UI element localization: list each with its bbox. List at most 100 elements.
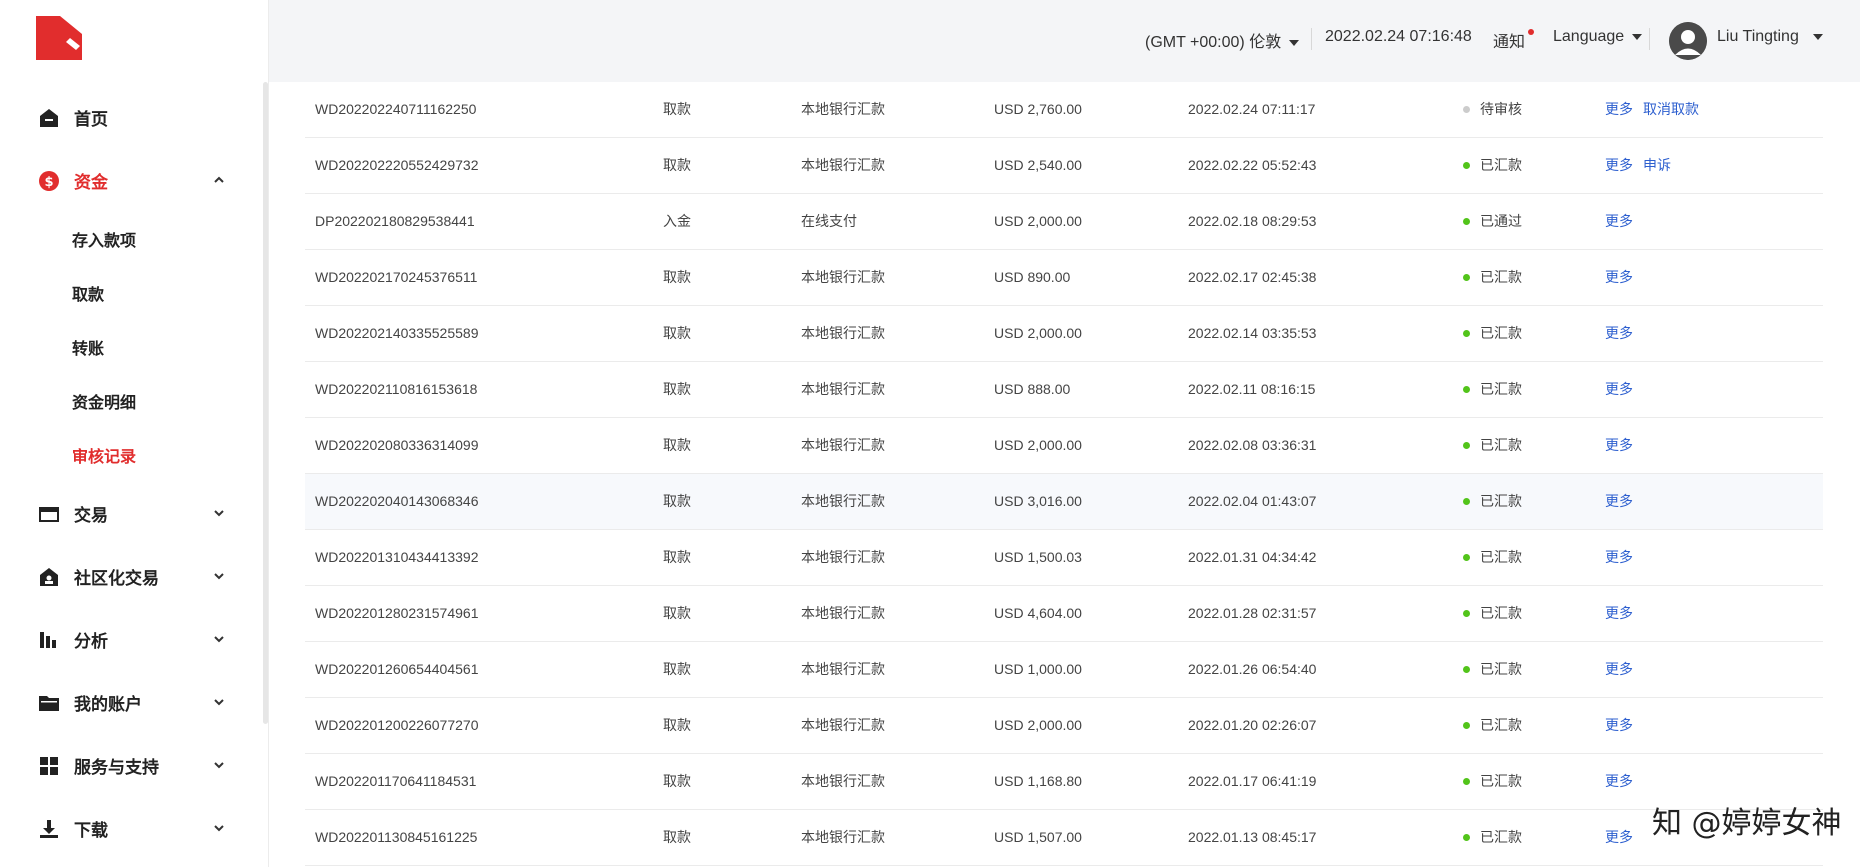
record-actions: 更多 xyxy=(1605,698,1643,753)
language-select[interactable]: Language xyxy=(1553,28,1643,46)
card-icon xyxy=(38,503,60,525)
status-label: 已汇款 xyxy=(1480,773,1522,789)
menu-item-trade[interactable]: 交易 xyxy=(0,482,260,545)
record-status: 已汇款 xyxy=(1463,474,1522,529)
chevron-down-icon[interactable] xyxy=(212,506,226,520)
record-actions: 更多 xyxy=(1605,194,1643,249)
caret-down-icon xyxy=(1812,33,1823,40)
more-link[interactable]: 更多 xyxy=(1605,138,1633,193)
svg-text:$: $ xyxy=(44,175,53,190)
record-time: 2022.01.26 06:54:40 xyxy=(1188,661,1317,677)
status-dot xyxy=(1463,274,1470,281)
record-amount: USD 1,500.03 xyxy=(994,549,1082,565)
record-actions: 更多 xyxy=(1605,474,1643,529)
funds-submenu: 存入款项 取款 转账 资金明细 审核记录 xyxy=(0,212,260,482)
table-row: WD202202140335525589 取款 本地银行汇款 USD 2,000.00… xyxy=(305,306,1823,362)
status-label: 已汇款 xyxy=(1480,661,1522,677)
top-header: (GMT +00:00) 伦敦 2022.02.24 07:16:48 通知 L… xyxy=(269,0,1860,82)
download-icon xyxy=(38,818,60,840)
table-row: WD202202240711162250 取款 本地银行汇款 USD 2,760.00… xyxy=(305,82,1823,138)
chevron-down-icon[interactable] xyxy=(212,758,226,772)
table-row: WD202202110816153618 取款 本地银行汇款 USD 888.00 20… xyxy=(305,362,1823,418)
appeal-link[interactable]: 申诉 xyxy=(1643,138,1671,193)
submenu-review-records[interactable]: 审核记录 xyxy=(0,428,260,482)
chevron-down-icon[interactable] xyxy=(212,569,226,583)
menu-item-download[interactable]: 下载 xyxy=(0,797,260,860)
chevron-down-icon[interactable] xyxy=(212,821,226,835)
timezone-select[interactable]: (GMT +00:00) 伦敦 xyxy=(1145,28,1300,52)
chevron-down-icon[interactable] xyxy=(212,632,226,646)
menu-item-my-account[interactable]: 我的账户 xyxy=(0,671,260,734)
record-type: 取款 xyxy=(663,549,691,565)
more-link[interactable]: 更多 xyxy=(1605,754,1633,809)
more-link[interactable]: 更多 xyxy=(1605,530,1633,585)
record-id: WD202201170641184531 xyxy=(315,773,477,789)
status-label: 已汇款 xyxy=(1480,437,1522,453)
status-dot xyxy=(1463,666,1470,673)
notification-label: 通知 xyxy=(1493,34,1526,51)
more-link[interactable]: 更多 xyxy=(1605,362,1633,417)
record-status: 已汇款 xyxy=(1463,586,1522,641)
status-dot xyxy=(1463,554,1470,561)
record-amount: USD 888.00 xyxy=(994,381,1071,397)
record-type: 取款 xyxy=(663,829,691,845)
record-actions: 更多 申诉 xyxy=(1605,138,1681,193)
more-link[interactable]: 更多 xyxy=(1605,698,1633,753)
record-method: 本地银行汇款 xyxy=(801,773,885,789)
menu-label: 分析 xyxy=(74,632,108,652)
more-link[interactable]: 更多 xyxy=(1605,306,1633,361)
chevron-down-icon[interactable] xyxy=(212,695,226,709)
record-actions: 更多 xyxy=(1605,642,1643,697)
record-id: WD202202220552429732 xyxy=(315,157,479,173)
record-actions: 更多 xyxy=(1605,530,1643,585)
user-menu[interactable]: Liu Tingting xyxy=(1717,28,1823,46)
record-actions: 更多 xyxy=(1605,250,1643,305)
record-type: 取款 xyxy=(663,661,691,677)
submenu-fund-details[interactable]: 资金明细 xyxy=(0,374,260,428)
notification-button[interactable]: 通知 xyxy=(1493,28,1525,52)
record-time: 2022.02.08 03:36:31 xyxy=(1188,437,1317,453)
menu-item-analysis[interactable]: 分析 xyxy=(0,608,260,671)
record-status: 已通过 xyxy=(1463,194,1522,249)
menu-item-social-trading[interactable]: 社区化交易 xyxy=(0,545,260,608)
more-link[interactable]: 更多 xyxy=(1605,474,1633,529)
more-link[interactable]: 更多 xyxy=(1605,194,1633,249)
more-link[interactable]: 更多 xyxy=(1605,642,1633,697)
record-actions: 更多 xyxy=(1605,754,1643,809)
record-status: 待审核 xyxy=(1463,82,1522,137)
record-actions: 更多 xyxy=(1605,418,1643,473)
brand-logo[interactable] xyxy=(36,16,82,60)
record-amount: USD 1,000.00 xyxy=(994,661,1082,677)
record-id: WD202202240711162250 xyxy=(315,101,477,117)
submenu-withdraw[interactable]: 取款 xyxy=(0,266,260,320)
status-dot xyxy=(1463,778,1470,785)
sidebar-scrollbar[interactable] xyxy=(263,82,268,724)
menu-label: 交易 xyxy=(74,506,108,526)
server-datetime: 2022.02.24 07:16:48 xyxy=(1325,28,1472,45)
status-label: 已汇款 xyxy=(1480,717,1522,733)
more-link[interactable]: 更多 xyxy=(1605,82,1633,137)
more-link[interactable]: 更多 xyxy=(1605,586,1633,641)
submenu-transfer[interactable]: 转账 xyxy=(0,320,260,374)
cancel-withdrawal-link[interactable]: 取消取款 xyxy=(1643,82,1699,137)
record-id: WD202201280231574961 xyxy=(315,605,479,621)
more-link[interactable]: 更多 xyxy=(1605,250,1633,305)
more-link[interactable]: 更多 xyxy=(1605,810,1633,865)
record-time: 2022.01.20 02:26:07 xyxy=(1188,717,1317,733)
submenu-deposit[interactable]: 存入款项 xyxy=(0,212,260,266)
table-row: WD202201280231574961 取款 本地银行汇款 USD 4,604.00… xyxy=(305,586,1823,642)
record-time: 2022.01.13 08:45:17 xyxy=(1188,829,1317,845)
chevron-up-icon[interactable] xyxy=(212,173,226,187)
more-link[interactable]: 更多 xyxy=(1605,418,1633,473)
menu-item-service-support[interactable]: 服务与支持 xyxy=(0,734,260,797)
menu-item-funds[interactable]: $ 资金 xyxy=(0,149,260,212)
record-id: WD202201310434413392 xyxy=(315,549,479,565)
record-method: 在线支付 xyxy=(801,213,857,229)
status-dot xyxy=(1463,218,1470,225)
menu-item-home[interactable]: 首页 xyxy=(0,86,260,149)
status-dot xyxy=(1463,106,1470,113)
record-amount: USD 2,540.00 xyxy=(994,157,1082,173)
record-status: 已汇款 xyxy=(1463,362,1522,417)
user-avatar[interactable] xyxy=(1669,22,1707,60)
record-amount: USD 1,507.00 xyxy=(994,829,1082,845)
